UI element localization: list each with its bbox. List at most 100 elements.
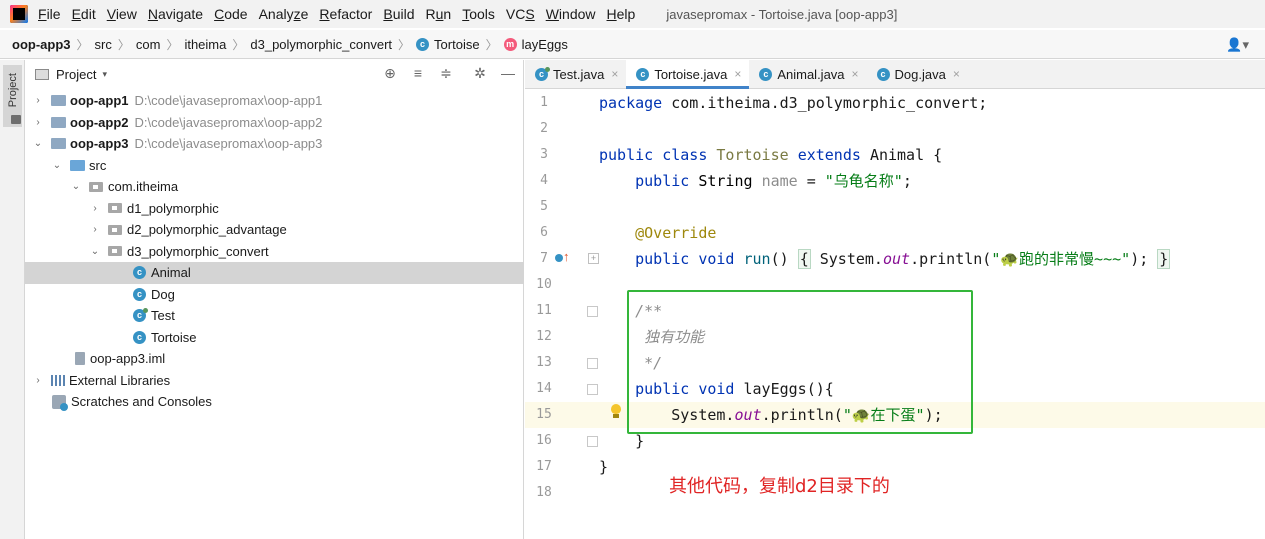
breadcrumb-item-com[interactable]: com [136, 37, 161, 52]
project-panel: Project ▾ ⊕ ≡ ≑ ✲ — › oop-app1 D:\code\j… [25, 60, 524, 539]
tree-item-src[interactable]: ⌄ src [25, 155, 524, 177]
tab-animal-java[interactable]: c Animal.java × [749, 60, 866, 88]
menu-analyze[interactable]: Analyze [259, 6, 309, 22]
code-line[interactable]: 17 } [525, 454, 1265, 480]
tree-item-label: oop-app1 [70, 93, 129, 109]
tree-item-path: D:\code\javasepromax\oop-app3 [134, 136, 323, 152]
tab-label: Dog.java [894, 66, 946, 82]
tree-item-tortoise[interactable]: c Tortoise [25, 327, 524, 349]
line-number: 1 [540, 95, 548, 110]
line-number: 13 [536, 355, 552, 370]
chevron-down-icon[interactable]: ⌄ [31, 138, 45, 149]
close-icon[interactable]: × [953, 67, 960, 81]
locate-file-icon[interactable]: ⊕ [381, 65, 399, 82]
chevron-down-icon[interactable]: ⌄ [50, 160, 64, 171]
fold-marker-icon[interactable] [587, 358, 598, 369]
expand-all-icon[interactable]: ≡ [409, 65, 427, 81]
line-number: 3 [540, 147, 548, 162]
breadcrumb-item-src[interactable]: src [95, 37, 112, 52]
chevron-right-icon: 〉 [76, 37, 89, 52]
code-line[interactable]: 18 [525, 480, 1265, 506]
tab-test-java[interactable]: c Test.java × [525, 60, 626, 88]
hide-panel-icon[interactable]: — [499, 65, 517, 81]
line-number: 10 [536, 277, 552, 292]
code-line[interactable]: 4 public String name = "乌龟名称"; [525, 168, 1265, 194]
collapse-all-icon[interactable]: ≑ [437, 65, 455, 82]
line-number: 2 [540, 121, 548, 136]
tab-tortoise-java[interactable]: c Tortoise.java × [626, 60, 750, 89]
menu-refactor[interactable]: Refactor [319, 6, 372, 22]
gear-icon[interactable]: ✲ [471, 65, 489, 82]
code-line[interactable]: 2 [525, 116, 1265, 142]
expand-fold-icon[interactable]: + [588, 253, 599, 264]
close-icon[interactable]: × [611, 67, 618, 81]
fold-marker-icon[interactable] [587, 384, 598, 395]
chevron-down-icon[interactable]: ⌄ [69, 181, 83, 192]
class-icon: c [416, 37, 430, 51]
tree-item-d1-polymorphic[interactable]: › d1_polymorphic [25, 198, 524, 220]
tree-item-oop-app3[interactable]: ⌄ oop-app3 D:\code\javasepromax\oop-app3 [25, 133, 524, 155]
tree-item-label: Test [151, 308, 175, 324]
breadcrumb-item-class[interactable]: Tortoise [434, 37, 480, 52]
scratches-icon [52, 394, 68, 411]
breadcrumb-item-method[interactable]: layEggs [522, 37, 568, 52]
code-line[interactable]: 6 @Override [525, 220, 1265, 246]
line-number: 11 [536, 303, 552, 318]
tree-item-dog[interactable]: c Dog [25, 284, 524, 306]
menu-window[interactable]: Window [546, 6, 596, 22]
close-icon[interactable]: × [734, 67, 741, 81]
tab-dog-java[interactable]: c Dog.java × [867, 60, 968, 88]
tree-item-d3-polymorphic-convert[interactable]: ⌄ d3_polymorphic_convert [25, 241, 524, 263]
close-icon[interactable]: × [852, 67, 859, 81]
code-line[interactable]: 5 [525, 194, 1265, 220]
menu-vcs[interactable]: VCS [506, 6, 535, 22]
tree-item-com-itheima[interactable]: ⌄ com.itheima [25, 176, 524, 198]
package-icon [108, 203, 122, 214]
user-icon[interactable]: 👤▾ [1226, 37, 1249, 53]
code-editor[interactable]: 1 package com.itheima.d3_polymorphic_con… [525, 90, 1265, 539]
breadcrumb-item-project[interactable]: oop-app3 [12, 37, 71, 52]
menu-edit[interactable]: Edit [72, 6, 96, 22]
override-method-icon[interactable]: ↑ [555, 249, 570, 265]
chevron-down-icon[interactable]: ⌄ [88, 246, 102, 257]
tree-item-animal[interactable]: c Animal [25, 262, 524, 284]
chevron-right-icon[interactable]: › [31, 375, 45, 386]
chevron-right-icon[interactable]: › [31, 117, 45, 128]
menu-run[interactable]: Run [426, 6, 452, 22]
tree-item-test[interactable]: c Test [25, 305, 524, 327]
chevron-right-icon[interactable]: › [88, 224, 102, 235]
menu-build[interactable]: Build [383, 6, 414, 22]
breadcrumb-item-package[interactable]: d3_polymorphic_convert [250, 37, 392, 52]
runnable-class-icon: c [535, 66, 550, 81]
breadcrumb-item-itheima[interactable]: itheima [184, 37, 226, 52]
menu-help[interactable]: Help [607, 6, 636, 22]
chevron-right-icon[interactable]: › [31, 95, 45, 106]
tree-item-label: Animal [151, 265, 191, 281]
code-line[interactable]: 1 package com.itheima.d3_polymorphic_con… [525, 90, 1265, 116]
menu-navigate[interactable]: Navigate [148, 6, 203, 22]
tree-item-d2-polymorphic-advantage[interactable]: › d2_polymorphic_advantage [25, 219, 524, 241]
lightbulb-icon[interactable] [609, 404, 623, 420]
project-tool-button[interactable]: Project [3, 65, 22, 127]
tree-item-iml-file[interactable]: oop-app3.iml [25, 348, 524, 370]
chevron-right-icon[interactable]: › [88, 203, 102, 214]
menu-view[interactable]: View [107, 6, 137, 22]
tree-item-label: oop-app3.iml [90, 351, 166, 367]
fold-marker-icon[interactable] [587, 306, 598, 317]
menu-file[interactable]: File [38, 6, 61, 22]
menu-tools[interactable]: Tools [462, 6, 495, 22]
tree-item-label: d2_polymorphic_advantage [127, 222, 287, 238]
fold-marker-icon[interactable] [587, 436, 598, 447]
menu-code[interactable]: Code [214, 6, 247, 22]
code-line[interactable]: 3 public class Tortoise extends Animal { [525, 142, 1265, 168]
tree-item-scratches[interactable]: Scratches and Consoles [25, 391, 524, 413]
chevron-down-icon[interactable]: ▾ [102, 69, 107, 80]
tree-item-oop-app2[interactable]: › oop-app2 D:\code\javasepromax\oop-app2 [25, 112, 524, 134]
tree-item-external-libraries[interactable]: › External Libraries [25, 370, 524, 392]
tree-item-label: d3_polymorphic_convert [127, 243, 269, 259]
tree-item-oop-app1[interactable]: › oop-app1 D:\code\javasepromax\oop-app1 [25, 90, 524, 112]
class-icon: c [636, 67, 650, 81]
code-line[interactable]: 7 + public void run() { System.out.print… [525, 246, 1265, 272]
chevron-right-icon: 〉 [117, 37, 130, 52]
project-view-selector[interactable]: Project [56, 67, 96, 82]
